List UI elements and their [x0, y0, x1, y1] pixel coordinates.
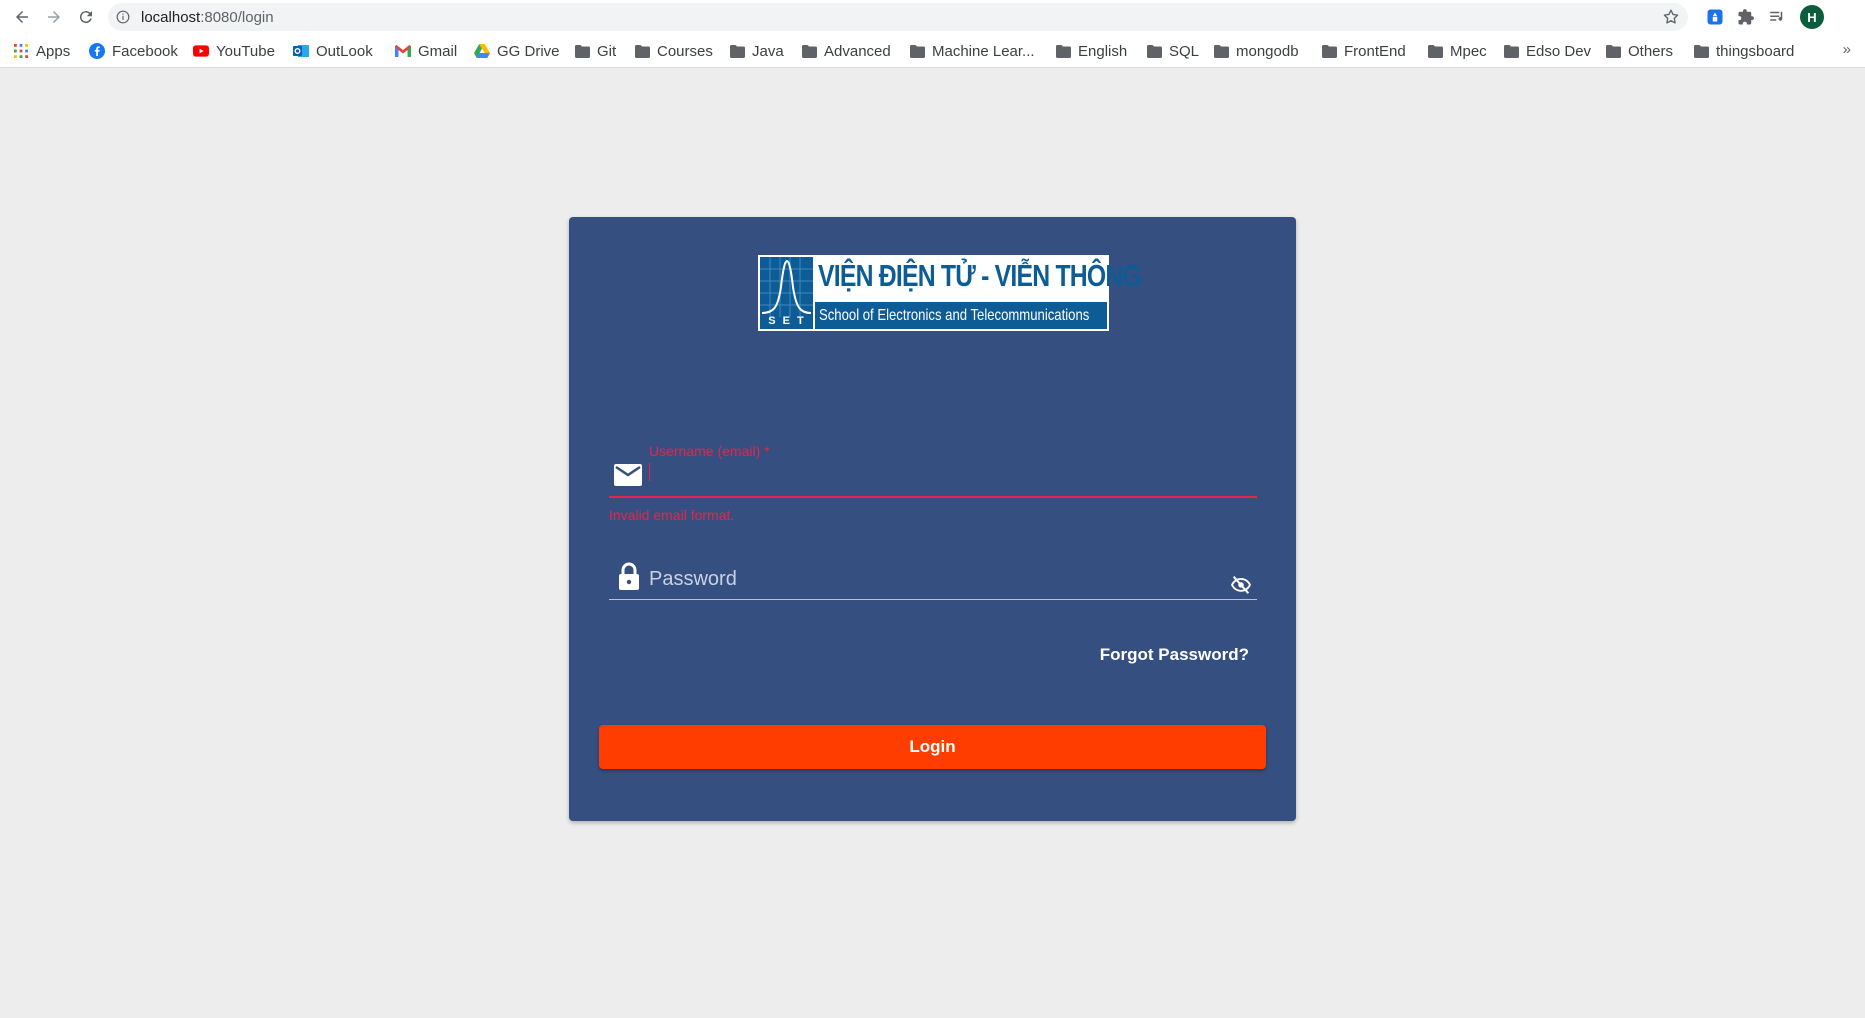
- reading-list-icon[interactable]: [1766, 6, 1788, 28]
- apps-grid-icon: [13, 43, 29, 59]
- bookmark-label: Gmail: [418, 42, 458, 60]
- logo-mark: SET: [760, 257, 813, 329]
- bookmark-label: Courses: [657, 42, 713, 60]
- bookmark-frontend[interactable]: FrontEnd: [1321, 41, 1406, 61]
- bookmark-label: Edso Dev: [1526, 42, 1592, 60]
- bookmark-label: YouTube: [216, 42, 275, 60]
- url-path: :8080/login: [200, 9, 274, 26]
- bookmark-label: SQL: [1169, 42, 1200, 60]
- drive-icon: [474, 43, 490, 59]
- url-text: localhost:8080/login: [141, 9, 274, 26]
- bookmark-star-icon[interactable]: [1662, 8, 1680, 31]
- forward-arrow-icon[interactable]: [42, 5, 66, 29]
- bookmark-edso-dev[interactable]: Edso Dev: [1503, 41, 1591, 61]
- bookmark-label: Advanced: [824, 42, 891, 60]
- bookmark-thingsboard[interactable]: thingsboard: [1693, 41, 1794, 61]
- bookmark-mongodb[interactable]: mongodb: [1213, 41, 1299, 61]
- logo-subtitle: School of Electronics and Telecommunicat…: [819, 307, 1090, 324]
- profile-avatar[interactable]: H: [1800, 5, 1824, 29]
- bookmark-youtube[interactable]: YouTube: [193, 41, 275, 61]
- bookmark-java[interactable]: Java: [729, 41, 784, 61]
- username-error: Invalid email format.: [609, 507, 735, 523]
- email-icon: [613, 462, 643, 488]
- folder-icon: [634, 43, 650, 59]
- logo-wave-icon: [760, 257, 813, 317]
- bookmark-mpec[interactable]: Mpec: [1427, 41, 1487, 61]
- logo-title: VIỆN ĐIỆN TỬ - VIỄN THÔNG: [818, 258, 1142, 293]
- folder-icon: [801, 43, 817, 59]
- folder-icon: [1213, 43, 1229, 59]
- bookmark-gmail[interactable]: Gmail: [395, 41, 457, 61]
- bookmark-apps[interactable]: Apps: [13, 41, 70, 61]
- gmail-icon: [395, 43, 411, 59]
- bookmark-outlook[interactable]: OutLook: [293, 41, 373, 61]
- browser-toolbar: localhost:8080/login H: [0, 0, 1865, 34]
- address-bar[interactable]: localhost:8080/login: [108, 3, 1688, 31]
- extensions-puzzle-icon[interactable]: [1735, 6, 1757, 28]
- bookmark-sql[interactable]: SQL: [1146, 41, 1199, 61]
- login-button[interactable]: Login: [599, 725, 1266, 769]
- youtube-icon: [193, 43, 209, 59]
- bookmark-git[interactable]: Git: [574, 41, 616, 61]
- institute-logo: SET VIỆN ĐIỆN TỬ - VIỄN THÔNG School of …: [758, 255, 1142, 331]
- bookmark-advanced[interactable]: Advanced: [801, 41, 891, 61]
- password-placeholder: Password: [649, 568, 737, 590]
- bookmark-label: Others: [1628, 42, 1674, 60]
- bookmark-label: GG Drive: [497, 42, 560, 60]
- folder-icon: [1693, 43, 1709, 59]
- bookmark-label: Apps: [36, 42, 71, 60]
- toggle-visibility-icon[interactable]: [1230, 573, 1252, 600]
- bookmarks-bar: Apps Facebook YouTube OutLook Gmail GG D…: [0, 34, 1865, 68]
- facebook-icon: [89, 43, 105, 59]
- bookmark-machine-learning[interactable]: Machine Lear...: [909, 41, 1035, 61]
- bookmark-label: English: [1078, 42, 1128, 60]
- bookmark-label: thingsboard: [1716, 42, 1795, 60]
- text-caret: [649, 463, 650, 481]
- bookmark-gg-drive[interactable]: GG Drive: [474, 41, 560, 61]
- folder-icon: [574, 43, 590, 59]
- folder-icon: [1605, 43, 1621, 59]
- username-underline: [609, 496, 1257, 498]
- forgot-password-link[interactable]: Forgot Password?: [1100, 645, 1249, 665]
- folder-icon: [729, 43, 745, 59]
- bookmark-courses[interactable]: Courses: [634, 41, 713, 61]
- back-arrow-icon[interactable]: [10, 5, 34, 29]
- bookmark-facebook[interactable]: Facebook: [89, 41, 178, 61]
- folder-icon: [1055, 43, 1071, 59]
- bookmark-label: Facebook: [112, 42, 178, 60]
- lock-icon: [618, 561, 640, 591]
- login-card: SET VIỆN ĐIỆN TỬ - VIỄN THÔNG School of …: [569, 217, 1296, 821]
- url-host: localhost: [141, 9, 201, 26]
- reload-icon[interactable]: [74, 5, 98, 29]
- bookmark-label: OutLook: [316, 42, 373, 60]
- bookmark-english[interactable]: English: [1055, 41, 1127, 61]
- folder-icon: [1427, 43, 1443, 59]
- password-input[interactable]: Password: [647, 557, 1217, 597]
- folder-icon: [1146, 43, 1162, 59]
- extension-icon[interactable]: [1704, 6, 1726, 28]
- username-input[interactable]: [647, 457, 1257, 493]
- outlook-icon: [293, 43, 309, 59]
- bookmark-label: FrontEnd: [1344, 42, 1406, 60]
- bookmark-others[interactable]: Others: [1605, 41, 1673, 61]
- bookmark-label: Java: [752, 42, 784, 60]
- more-bookmarks-button[interactable]: »: [1843, 41, 1851, 58]
- bookmark-label: Mpec: [1450, 42, 1487, 60]
- folder-icon: [1503, 43, 1519, 59]
- bookmark-label: Machine Lear...: [932, 42, 1035, 60]
- bookmark-label: Git: [597, 42, 617, 60]
- site-info-icon[interactable]: [116, 10, 130, 29]
- folder-icon: [1321, 43, 1337, 59]
- password-underline: [609, 599, 1257, 600]
- bookmark-label: mongodb: [1236, 42, 1299, 60]
- folder-icon: [909, 43, 925, 59]
- logo-mark-text: SET: [768, 315, 811, 327]
